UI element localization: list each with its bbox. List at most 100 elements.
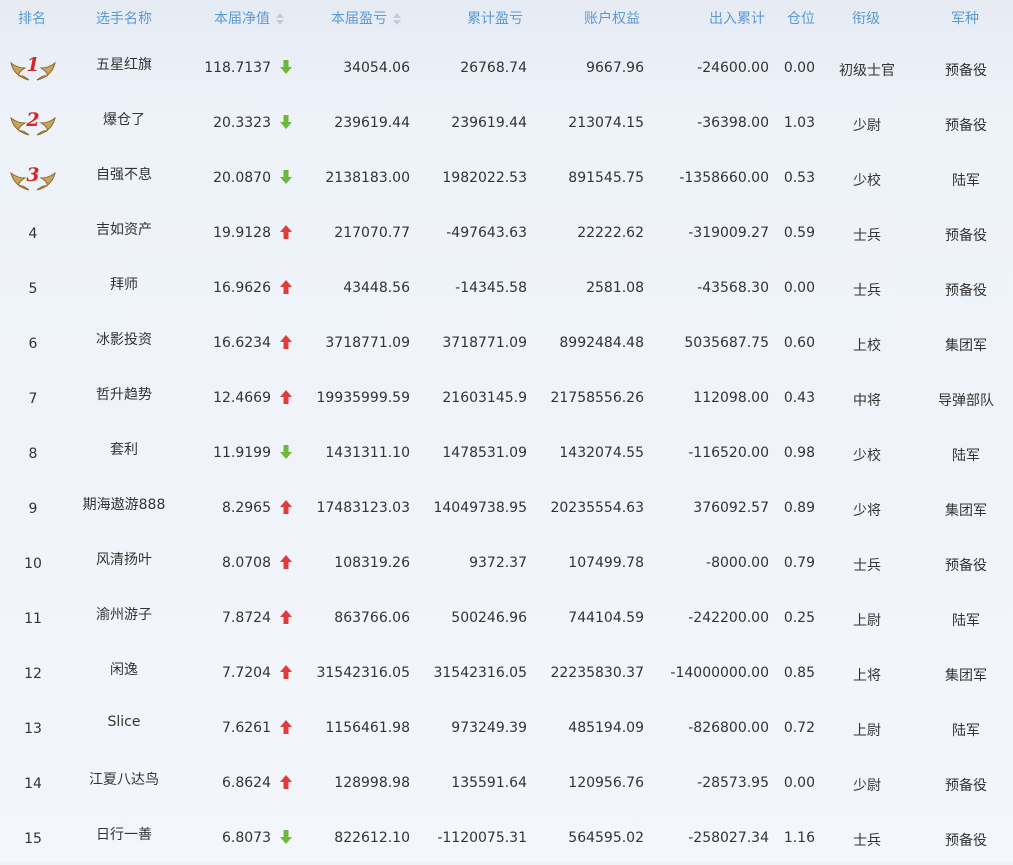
position-value: 1.03 xyxy=(783,115,815,131)
grade-label: 上将 xyxy=(853,668,881,684)
equity-value: 20235554.63 xyxy=(550,500,644,516)
position-value: 0.53 xyxy=(783,170,815,186)
cum-pnl-value: 21603145.9 xyxy=(442,390,527,406)
table-row[interactable]: 7 哲升趋势 12.4669 19935999.59 21603145.9 2175855… xyxy=(0,370,1013,425)
arm-label: 预备役 xyxy=(945,558,987,574)
pnl-value: 31542316.05 xyxy=(316,665,410,681)
player-name[interactable]: Slice xyxy=(64,714,184,730)
player-name[interactable]: 五星红旗 xyxy=(64,54,184,74)
arrow-up-icon xyxy=(279,554,293,570)
player-name[interactable]: 爆仓了 xyxy=(64,109,184,129)
grade-label: 士兵 xyxy=(853,558,881,574)
rank-number: 11 xyxy=(24,611,42,627)
table-row[interactable]: 13 Slice 7.6261 1156461.98 973249.39 485194.0… xyxy=(0,700,1013,755)
leaderboard: 排名 选手名称 本届净值 本届盈亏 累计盈亏 账户权益 出入累计 仓位 衔级 军… xyxy=(0,0,1013,861)
nav-value: 7.8724 xyxy=(222,610,271,626)
col-position-header[interactable]: 仓位 xyxy=(787,0,815,38)
arm-label: 集团军 xyxy=(945,503,987,519)
arm-label: 预备役 xyxy=(945,63,987,79)
player-name[interactable]: 渝州游子 xyxy=(64,604,184,624)
arrow-up-icon xyxy=(279,664,293,680)
cum-pnl-value: 973249.39 xyxy=(451,720,527,736)
rank-medal-icon: 2 xyxy=(10,108,56,138)
nav-value: 19.9128 xyxy=(213,225,271,241)
table-row[interactable]: 9 期海遨游888 8.2965 17483123.03 14049738.95 2023… xyxy=(0,480,1013,535)
player-name[interactable]: 闲逸 xyxy=(64,659,184,679)
player-name[interactable]: 吉如资产 xyxy=(64,219,184,239)
sort-icon[interactable] xyxy=(276,13,284,25)
arrow-up-icon xyxy=(279,334,293,350)
net-flow-value: -28573.95 xyxy=(697,775,769,791)
player-name[interactable]: 日行一善 xyxy=(64,824,184,844)
table-header: 排名 选手名称 本届净值 本届盈亏 累计盈亏 账户权益 出入累计 仓位 衔级 军… xyxy=(0,0,1013,38)
table-row[interactable]: 4 吉如资产 19.9128 217070.77 -497643.63 22222.62 -… xyxy=(0,205,1013,260)
arrow-down-icon xyxy=(279,59,293,75)
player-name[interactable]: 风清扬叶 xyxy=(64,549,184,569)
player-name[interactable]: 期海遨游888 xyxy=(64,494,184,514)
arm-label: 陆军 xyxy=(952,448,980,464)
position-value: 0.60 xyxy=(783,335,815,351)
table-row[interactable]: 8 套利 11.9199 1431311.10 1478531.09 1432074.55… xyxy=(0,425,1013,480)
grade-label: 少校 xyxy=(853,173,881,189)
arm-label: 导弹部队 xyxy=(938,393,994,409)
sort-icon[interactable] xyxy=(393,13,401,25)
position-value: 0.43 xyxy=(783,390,815,406)
col-cum-pnl-header[interactable]: 累计盈亏 xyxy=(467,0,523,38)
col-nav-header[interactable]: 本届净值 xyxy=(214,0,284,38)
equity-value: 891545.75 xyxy=(568,170,644,186)
net-flow-value: -14000000.00 xyxy=(670,665,769,681)
pnl-value: 2138183.00 xyxy=(325,170,410,186)
nav-value: 7.7204 xyxy=(222,665,271,681)
arm-label: 集团军 xyxy=(945,668,987,684)
arrow-up-icon xyxy=(279,609,293,625)
equity-value: 213074.15 xyxy=(568,115,644,131)
arm-label: 预备役 xyxy=(945,118,987,134)
nav-value: 6.8073 xyxy=(222,830,271,846)
table-row[interactable]: 11 渝州游子 7.8724 863766.06 500246.96 744104.59 -… xyxy=(0,590,1013,645)
position-value: 0.00 xyxy=(783,60,815,76)
player-name[interactable]: 拜师 xyxy=(64,274,184,294)
grade-label: 士兵 xyxy=(853,283,881,299)
cum-pnl-value: 500246.96 xyxy=(451,610,527,626)
equity-value: 2581.08 xyxy=(586,280,644,296)
rank-number: 14 xyxy=(24,776,42,792)
table-row[interactable]: 3 自强不息 20.0870 2138183.00 1982022.53 891545.7… xyxy=(0,150,1013,205)
table-row[interactable]: 12 闲逸 7.7204 31542316.05 31542316.05 22235830… xyxy=(0,645,1013,700)
arm-label: 集团军 xyxy=(945,338,987,354)
net-flow-value: 5035687.75 xyxy=(684,335,769,351)
arrow-down-icon xyxy=(279,829,293,845)
rank-number: 3 xyxy=(26,164,40,186)
table-row[interactable]: 1 五星红旗 118.7137 34054.06 26768.74 9667.96 -246… xyxy=(0,40,1013,95)
player-name[interactable]: 套利 xyxy=(64,439,184,459)
position-value: 0.72 xyxy=(783,720,815,736)
equity-value: 8992484.48 xyxy=(559,335,644,351)
nav-value: 16.6234 xyxy=(213,335,271,351)
grade-label: 少尉 xyxy=(853,778,881,794)
table-row[interactable]: 5 拜师 16.9626 43448.56 -14345.58 2581.08 -43568… xyxy=(0,260,1013,315)
player-name[interactable]: 哲升趋势 xyxy=(64,384,184,404)
table-row[interactable]: 2 爆仓了 20.3323 239619.44 239619.44 213074.15 -3… xyxy=(0,95,1013,150)
table-row[interactable]: 10 风清扬叶 8.0708 108319.26 9372.37 107499.78 -80… xyxy=(0,535,1013,590)
cum-pnl-value: 9372.37 xyxy=(469,555,527,571)
arrow-down-icon xyxy=(279,444,293,460)
grade-label: 上尉 xyxy=(853,613,881,629)
table-row[interactable]: 14 江夏八达鸟 6.8624 128998.98 135591.64 120956.76… xyxy=(0,755,1013,810)
arrow-up-icon xyxy=(279,499,293,515)
equity-value: 21758556.26 xyxy=(550,390,644,406)
player-name[interactable]: 冰影投资 xyxy=(64,329,184,349)
col-net-flow-header[interactable]: 出入累计 xyxy=(709,0,765,38)
col-rank-header[interactable]: 排名 xyxy=(18,0,46,38)
col-equity-header[interactable]: 账户权益 xyxy=(584,0,640,38)
cum-pnl-value: 1982022.53 xyxy=(442,170,527,186)
table-row[interactable]: 15 日行一善 6.8073 822612.10 -1120075.31 564595.0… xyxy=(0,810,1013,865)
col-pnl-header[interactable]: 本届盈亏 xyxy=(331,0,401,38)
rank-medal-icon: 1 xyxy=(10,53,56,83)
player-name[interactable]: 江夏八达鸟 xyxy=(64,769,184,789)
net-flow-value: -24600.00 xyxy=(697,60,769,76)
player-name[interactable]: 自强不息 xyxy=(64,164,184,184)
rank-number: 15 xyxy=(24,831,42,847)
table-row[interactable]: 6 冰影投资 16.6234 3718771.09 3718771.09 8992484.… xyxy=(0,315,1013,370)
pnl-value: 17483123.03 xyxy=(316,500,410,516)
col-arm-header: 军种 xyxy=(951,11,979,27)
arrow-up-icon xyxy=(279,774,293,790)
